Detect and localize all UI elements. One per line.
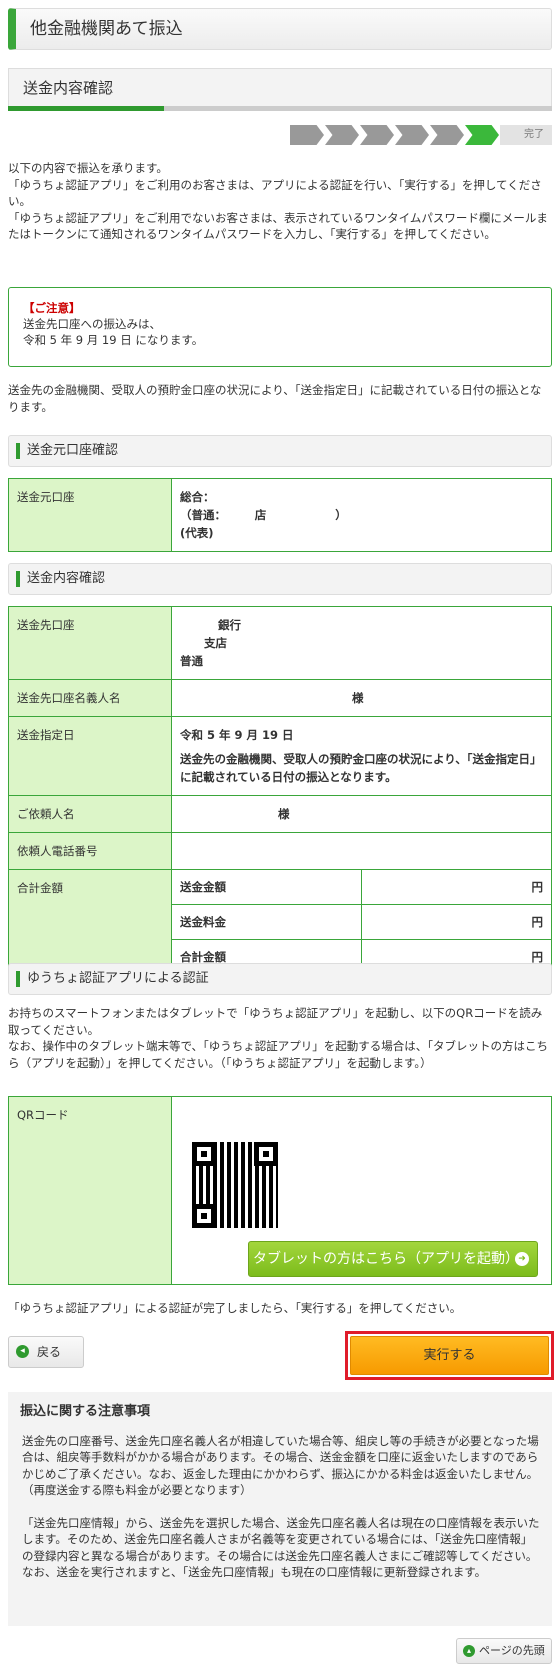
intro-text: 以下の内容で振込を承ります。 「ゆうちょ認証アプリ」をご利用のお客さまは、アプリ… bbox=[8, 160, 552, 243]
auth-text: お持ちのスマートフォンまたはタブレットで「ゆうちょ認証アプリ」を起動し、以下のQ… bbox=[8, 1005, 552, 1071]
intro-line: 「ゆうちょ認証アプリ」をご利用でないお客さまは、表示されているワンタイムパスワー… bbox=[8, 210, 548, 242]
date-label: 送金指定日 bbox=[8, 716, 172, 796]
intro-line: 「ゆうちょ認証アプリ」をご利用のお客さまは、アプリによる認証を行い、「実行する」… bbox=[8, 177, 542, 209]
section-heading-source: 送金元口座確認 bbox=[8, 435, 552, 467]
requester-value: 様 bbox=[171, 795, 552, 833]
arrow-right-icon: ➜ bbox=[515, 1252, 529, 1266]
caution-paragraph: 送金先の口座番号、送金先口座名義人名が相違していた場合等、組戻し等の手続きが必要… bbox=[22, 1433, 539, 1498]
source-line: （普通： 店 ） bbox=[180, 508, 347, 522]
requester-label: ご依頼人名 bbox=[8, 795, 172, 833]
total-label: 合計金額 bbox=[8, 869, 172, 975]
amount-value: 円 bbox=[361, 904, 551, 940]
amount-row: 送金料金 円 bbox=[172, 904, 551, 940]
dest-type: 普通 bbox=[180, 654, 203, 668]
notice-box: 【ご注意】 送金先口座への振込みは、 令和 5 年 9 月 19 日 になります… bbox=[8, 287, 552, 367]
source-account-label: 送金元口座 bbox=[8, 478, 172, 552]
phone-label: 依頼人電話番号 bbox=[8, 832, 172, 870]
auth-text-line: なお、操作中のタブレット端末等で、「ゆうちょ認証アプリ」を起動する場合は、「タブ… bbox=[8, 1039, 549, 1070]
phone-value bbox=[171, 832, 552, 870]
intro-line: 以下の内容で振込を承ります。 bbox=[8, 161, 168, 175]
progress-step-active bbox=[465, 125, 499, 145]
caution-title: 振込に関する注意事項 bbox=[20, 1404, 151, 1419]
sub-title: 送金内容確認 bbox=[8, 68, 552, 110]
date-value-cell: 令和 5 年 9 月 19 日 送金先の金融機関、受取人の預貯金口座の状況により… bbox=[171, 716, 552, 796]
source-account-value: 総合： （普通： 店 ） (代表) bbox=[171, 478, 552, 552]
qr-cell: タブレットの方はこちら（アプリを起動） ➜ bbox=[171, 1096, 552, 1285]
dest-account-label: 送金先口座 bbox=[8, 606, 172, 680]
progress-step bbox=[360, 125, 394, 145]
progress-end-label: 完了 bbox=[500, 125, 552, 145]
amounts-table: 送金金額 円 送金料金 円 合計金額 円 bbox=[172, 870, 551, 974]
details-table: 送金先口座 銀行 支店 普通 送金先口座名義人名 様 送金指定日 令和 5 年 … bbox=[8, 606, 552, 975]
sub-title-bar bbox=[8, 106, 552, 111]
auth-text-line: お持ちのスマートフォンまたはタブレットで「ゆうちょ認証アプリ」を起動し、以下のQ… bbox=[8, 1006, 543, 1037]
dest-name-label: 送金先口座名義人名 bbox=[8, 679, 172, 717]
section-heading-details: 送金内容確認 bbox=[8, 563, 552, 595]
notice-title: 【ご注意】 bbox=[23, 301, 81, 315]
dest-bank: 銀行 bbox=[218, 618, 241, 632]
source-account-table: 送金元口座 総合： （普通： 店 ） (代表) bbox=[8, 478, 552, 552]
date-note: 送金先の金融機関、受取人の預貯金口座の状況により、「送金指定日」に記載されている… bbox=[8, 383, 542, 414]
amount-label: 送金金額 bbox=[172, 870, 362, 905]
progress-step bbox=[395, 125, 429, 145]
notice-line: 令和 5 年 9 月 19 日 になります。 bbox=[23, 333, 204, 347]
dest-branch: 支店 bbox=[204, 636, 227, 650]
dest-name-value: 様 bbox=[171, 679, 552, 717]
qr-table: QRコード タブレットの方はこちら（アプリを起動） ➜ bbox=[8, 1096, 552, 1285]
amount-label: 送金料金 bbox=[172, 904, 362, 940]
progress-step bbox=[325, 125, 359, 145]
qr-code-image bbox=[192, 1142, 278, 1228]
page-title: 他金融機関あて振込 bbox=[8, 8, 552, 50]
source-line: 総合： bbox=[180, 490, 215, 504]
back-button[interactable]: 戻る bbox=[8, 1336, 84, 1368]
amount-value: 円 bbox=[361, 870, 551, 905]
dest-account-value: 銀行 支店 普通 bbox=[171, 606, 552, 680]
caution-paragraph: 「送金先口座情報」から、送金先を選択した場合、送金先口座名義人名は現在の口座情報… bbox=[22, 1515, 540, 1580]
caution-box: 振込に関する注意事項 送金先の口座番号、送金先口座名義人名が相違していた場合等、… bbox=[8, 1392, 552, 1626]
section-heading-auth: ゆうちょ認証アプリによる認証 bbox=[8, 963, 552, 995]
tablet-launch-button[interactable]: タブレットの方はこちら（アプリを起動） ➜ bbox=[248, 1241, 538, 1277]
amount-row: 送金金額 円 bbox=[172, 870, 551, 905]
progress-step bbox=[430, 125, 464, 145]
date-note-detail: 送金先の金融機関、受取人の預貯金口座の状況により、「送金指定日」に記載されている… bbox=[180, 752, 542, 784]
page-top-button[interactable]: ページの先頭 bbox=[456, 1638, 552, 1664]
progress-steps: 完了 bbox=[290, 125, 552, 145]
notice-line: 送金先口座への振込みは、 bbox=[23, 317, 161, 331]
qr-label: QRコード bbox=[8, 1096, 172, 1285]
auth-after-text: 「ゆうちょ認証アプリ」による認証が完了しましたら、「実行する」を押してください。 bbox=[8, 1301, 462, 1315]
amounts-cell: 送金金額 円 送金料金 円 合計金額 円 bbox=[171, 869, 552, 975]
tablet-launch-label: タブレットの方はこちら（アプリを起動） bbox=[253, 1251, 519, 1267]
date-value: 令和 5 年 9 月 19 日 bbox=[180, 728, 294, 742]
progress-step bbox=[290, 125, 324, 145]
execute-button-highlight: 実行する bbox=[345, 1331, 554, 1380]
execute-button[interactable]: 実行する bbox=[350, 1336, 549, 1375]
source-line: (代表) bbox=[180, 526, 214, 540]
